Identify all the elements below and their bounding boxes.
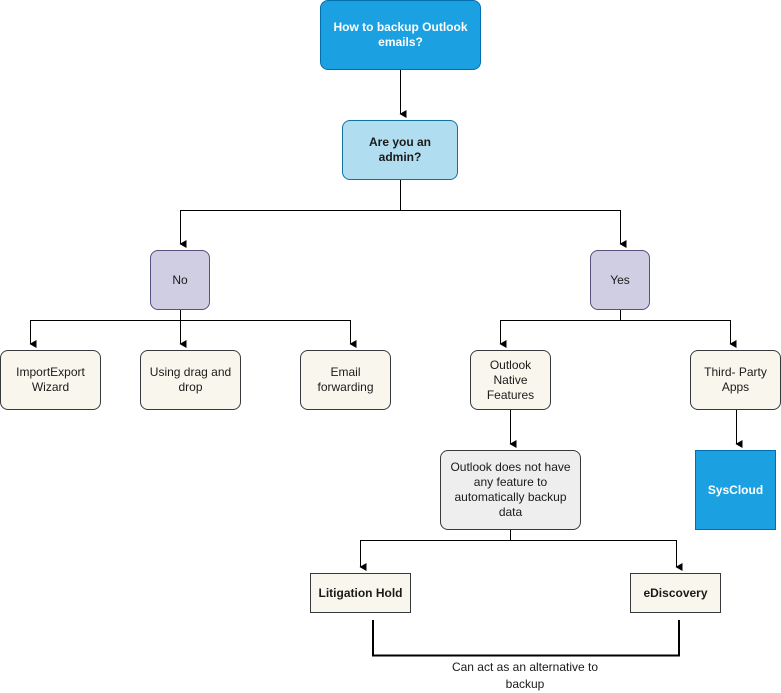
litigation-hold-node: Litigation Hold	[310, 573, 411, 613]
root-title: How to backup Outlook emails?	[333, 20, 468, 49]
edge-yes-to-thirdparty	[620, 320, 737, 348]
answer-yes-label: Yes	[610, 272, 630, 287]
edge-yes-to-native	[499, 310, 621, 348]
option-email-node: Email forwarding	[300, 350, 391, 410]
question-text: Are you an admin?	[368, 135, 431, 164]
edge-note-to-litigation	[359, 530, 511, 571]
edge-no-to-email	[180, 320, 357, 348]
edge-note-to-ediscovery	[510, 540, 683, 571]
option-dragdrop-label: Using drag and drop	[149, 365, 232, 394]
option-native-node: Outlook Native Features	[470, 350, 551, 410]
native-note-node: Outlook does not have any feature to aut…	[440, 450, 581, 530]
answer-yes-node: Yes	[590, 250, 650, 310]
edge-question-to-yes	[400, 210, 627, 248]
answer-no-node: No	[150, 250, 210, 310]
ediscovery-node: eDiscovery	[630, 573, 721, 613]
option-email-label: Email forwarding	[317, 365, 374, 394]
syscloud-node: SysCloud	[695, 450, 776, 530]
option-native-label: Outlook Native Features	[486, 357, 535, 402]
option-thirdparty-node: Third- Party Apps	[690, 350, 781, 410]
alternatives-bracket	[372, 620, 680, 657]
option-importexport-label: ImportExport Wizard	[16, 365, 85, 394]
option-importexport-node: ImportExport Wizard	[0, 350, 101, 410]
edge-question-to-no	[179, 180, 401, 248]
root-node: How to backup Outlook emails?	[320, 0, 481, 70]
litigation-hold-label: Litigation Hold	[318, 585, 403, 600]
alternatives-label: Can act as an alternative to backup	[451, 660, 599, 691]
answer-no-label: No	[172, 272, 188, 287]
syscloud-label: SysCloud	[707, 482, 764, 497]
edge-no-to-importexport	[29, 310, 181, 348]
native-note-text: Outlook does not have any feature to aut…	[450, 460, 571, 519]
ediscovery-label: eDiscovery	[643, 585, 708, 600]
option-dragdrop-node: Using drag and drop	[140, 350, 241, 410]
option-thirdparty-label: Third- Party Apps	[704, 365, 767, 394]
question-node: Are you an admin?	[342, 120, 458, 180]
